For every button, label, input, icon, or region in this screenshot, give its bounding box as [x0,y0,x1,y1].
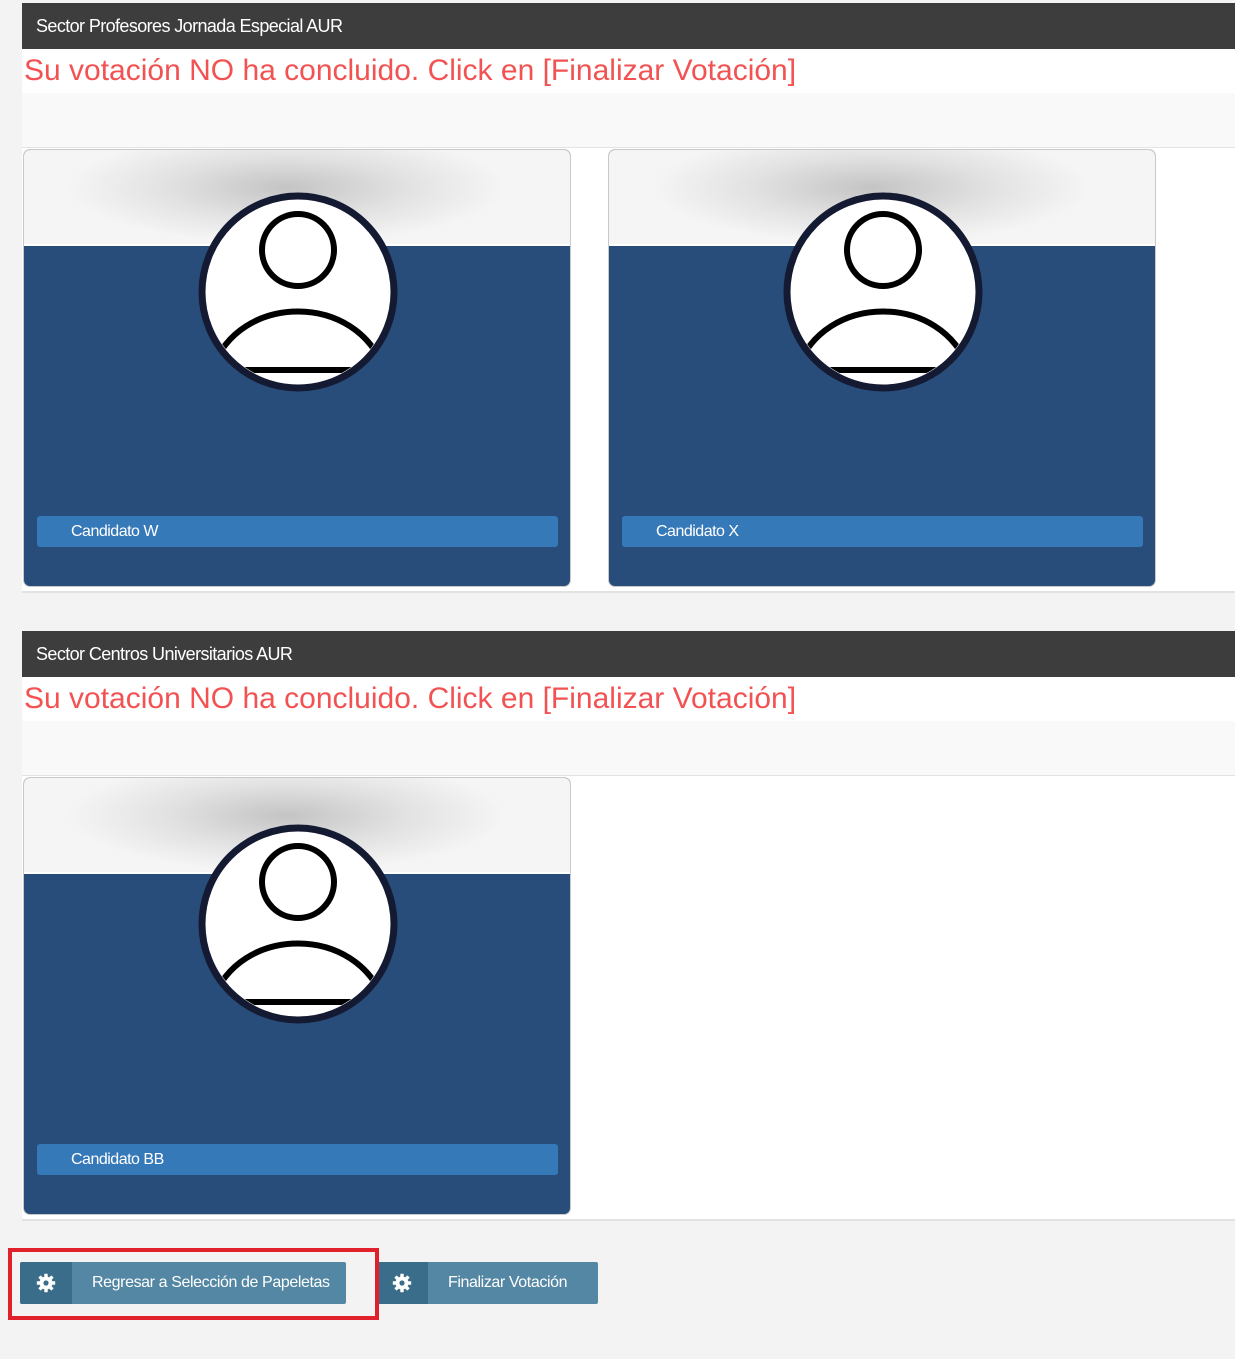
ballot-section-profesores: Sector Profesores Jornada Especial AUR S… [22,3,1235,593]
finish-voting-button[interactable]: Finalizar Votación [376,1262,598,1304]
ballot-section-centros: Sector Centros Universitarios AUR Su vot… [22,631,1235,1221]
vote-incomplete-warning: Su votación NO ha concluido. Click en [F… [22,677,1235,721]
candidate-cards: Candidato W Candidato X [22,148,1235,590]
gear-icon [20,1262,72,1304]
section-title: Sector Centros Universitarios AUR [22,631,1235,677]
candidate-card[interactable]: Candidato X [609,150,1155,586]
gear-icon [376,1262,428,1304]
back-to-ballot-selection-button[interactable]: Regresar a Selección de Papeletas [20,1262,346,1304]
section-toolbar-strip [22,721,1235,776]
candidate-name[interactable]: Candidato X [622,516,1143,547]
candidate-card[interactable]: Candidato W [24,150,570,586]
section-title: Sector Profesores Jornada Especial AUR [22,3,1235,49]
candidate-name[interactable]: Candidato BB [37,1144,558,1175]
section-toolbar-strip [22,93,1235,148]
user-avatar-icon [198,192,398,392]
user-avatar-icon [198,824,398,1024]
candidate-card[interactable]: Candidato BB [24,778,570,1214]
user-avatar-icon [783,192,983,392]
finish-button-label: Finalizar Votación [448,1274,568,1291]
vote-incomplete-warning: Su votación NO ha concluido. Click en [F… [22,49,1235,93]
candidate-cards: Candidato BB [22,776,1235,1218]
back-button-label: Regresar a Selección de Papeletas [92,1274,330,1291]
candidate-name[interactable]: Candidato W [37,516,558,547]
